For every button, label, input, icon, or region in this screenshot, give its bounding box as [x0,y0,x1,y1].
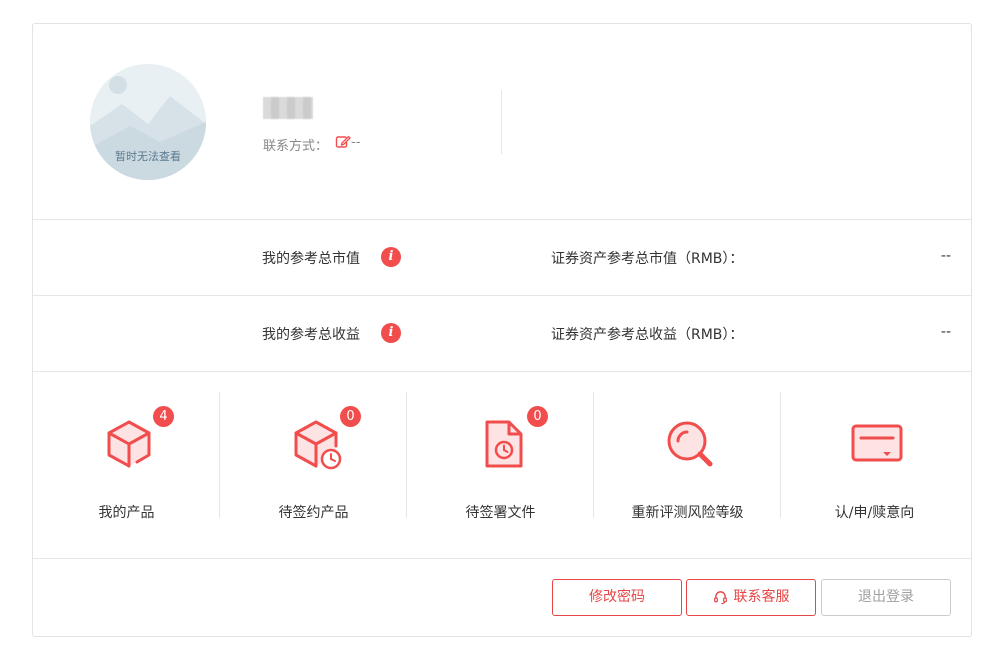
edit-icon[interactable] [335,134,351,150]
asset-row-total-return: 我的参考总收益 i 证券资产参考总收益（RMB）： -- [33,296,971,372]
feature-label: 重新评测风险等级 [631,505,744,521]
feature-subscription-intent[interactable]: 认/申/赎意向 [781,392,968,521]
count-badge: 0 [340,406,361,427]
card-icon [851,424,903,462]
divider [501,90,502,154]
asset-row-market-value: 我的参考总市值 i 证券资产参考总市值（RMB）： -- [33,220,971,296]
feature-label: 认/申/赎意向 [834,505,915,521]
feature-label: 我的产品 [98,505,155,521]
logout-button[interactable]: 退出登录 [821,579,951,616]
count-badge: 0 [527,406,548,427]
feature-grid: 4 我的产品 0 待签约产品 0 待签署文件 重新评测风险等级 认/申/赎意向 [33,372,971,559]
asset-title: 我的参考总收益 [262,327,360,343]
info-icon[interactable]: i [381,323,401,343]
feature-label: 待签约产品 [278,505,349,521]
document-clock-icon [485,420,523,468]
avatar-placeholder-text: 暂时无法查看 [115,150,181,163]
button-label: 修改密码 [589,589,645,605]
count-badge: 4 [153,406,174,427]
feature-label: 待签署文件 [465,505,536,521]
feature-pending-sign-products[interactable]: 0 待签约产品 [220,392,407,521]
contact-label: 联系方式： [263,139,329,154]
feature-risk-reassessment[interactable]: 重新评测风险等级 [594,392,781,521]
button-label: 联系客服 [733,589,790,605]
account-card: 暂时无法查看 联系方式： -- 我的参考总市值 i 证券资产参考总市值（RMB）… [32,23,972,637]
username-blurred [263,97,313,119]
contact-service-button[interactable]: 联系客服 [686,579,816,616]
avatar: 暂时无法查看 [90,64,206,180]
asset-label: 证券资产参考总收益（RMB）： [551,327,744,343]
box-clock-icon [294,420,342,470]
feature-my-products[interactable]: 4 我的产品 [33,392,220,521]
asset-value: -- [940,324,951,340]
magnifier-icon [667,421,713,467]
asset-title: 我的参考总市值 [262,251,360,267]
asset-value: -- [940,248,951,264]
feature-pending-sign-documents[interactable]: 0 待签署文件 [407,392,594,521]
info-icon[interactable]: i [381,247,401,267]
box-icon [107,420,151,468]
profile-section: 暂时无法查看 联系方式： -- [33,24,971,220]
button-label: 退出登录 [858,589,914,605]
headset-icon [713,590,727,604]
contact-value: -- [351,135,361,150]
change-password-button[interactable]: 修改密码 [552,579,682,616]
asset-label: 证券资产参考总市值（RMB）： [551,251,744,267]
